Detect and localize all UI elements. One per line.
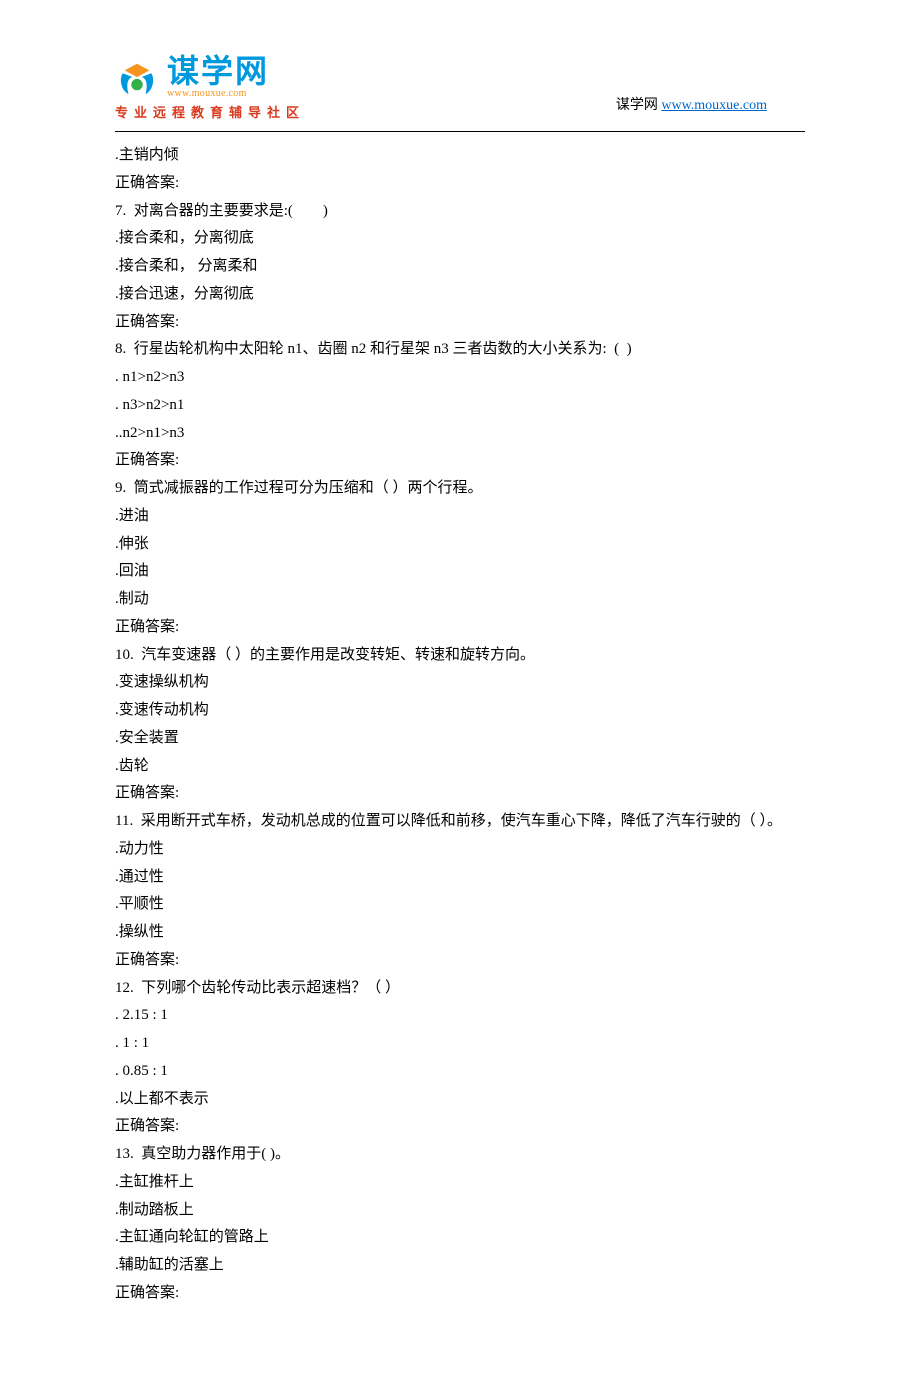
text-line: 正确答案:	[115, 947, 805, 975]
text-line: .接合迅速，分离彻底	[115, 281, 805, 309]
text-line: 13. 真空助力器作用于( )。	[115, 1141, 805, 1169]
header-right: 谋学网 www.mouxue.com	[616, 93, 805, 125]
text-line: 7. 对离合器的主要要求是:( )	[115, 198, 805, 226]
text-line: .平顺性	[115, 891, 805, 919]
logo-url: www.mouxue.com	[167, 89, 269, 99]
text-line: 8. 行星齿轮机构中太阳轮 n1、齿圈 n2 和行星架 n3 三者齿数的大小关系…	[115, 336, 805, 364]
text-line: .变速传动机构	[115, 697, 805, 725]
text-line: 正确答案:	[115, 614, 805, 642]
text-line: .接合柔和，分离彻底	[115, 225, 805, 253]
logo-tagline: 专业远程教育辅导社区	[115, 101, 305, 125]
page-header: 谋学网 www.mouxue.com 专业远程教育辅导社区 谋学网 www.mo…	[115, 55, 805, 125]
logo-top: 谋学网 www.mouxue.com	[115, 55, 305, 99]
text-line: .进油	[115, 503, 805, 531]
text-line: .主缸推杆上	[115, 1169, 805, 1197]
text-line: .回油	[115, 558, 805, 586]
text-line: .操纵性	[115, 919, 805, 947]
text-line: .变速操纵机构	[115, 669, 805, 697]
text-line: 正确答案:	[115, 780, 805, 808]
text-line: 10. 汽车变速器（ ）的主要作用是改变转矩、转速和旋转方向。	[115, 642, 805, 670]
text-line: .制动	[115, 586, 805, 614]
document-page: 谋学网 www.mouxue.com 专业远程教育辅导社区 谋学网 www.mo…	[0, 0, 920, 1388]
text-line: 9. 筒式减振器的工作过程可分为压缩和（ ）两个行程。	[115, 475, 805, 503]
text-line: . n3>n2>n1	[115, 392, 805, 420]
logo-cn-name: 谋学网	[167, 55, 269, 87]
text-line: .以上都不表示	[115, 1086, 805, 1114]
text-line: . 1 : 1	[115, 1030, 805, 1058]
text-line: .安全装置	[115, 725, 805, 753]
text-line: .齿轮	[115, 753, 805, 781]
text-line: . n1>n2>n3	[115, 364, 805, 392]
text-line: 正确答案:	[115, 447, 805, 475]
header-divider	[115, 131, 805, 132]
logo-text: 谋学网 www.mouxue.com	[167, 55, 269, 99]
header-right-prefix: 谋学网	[616, 98, 662, 113]
text-line: 正确答案:	[115, 1280, 805, 1308]
text-line: .主销内倾	[115, 142, 805, 170]
logo-icon	[115, 58, 159, 96]
text-line: .动力性	[115, 836, 805, 864]
text-line: .辅助缸的活塞上	[115, 1252, 805, 1280]
text-line: 11. 采用断开式车桥，发动机总成的位置可以降低和前移，使汽车重心下降，降低了汽…	[115, 808, 805, 836]
text-line: . 0.85 : 1	[115, 1058, 805, 1086]
text-line: .通过性	[115, 864, 805, 892]
text-line: 正确答案:	[115, 170, 805, 198]
text-line: .制动踏板上	[115, 1197, 805, 1225]
text-line: .接合柔和， 分离柔和	[115, 253, 805, 281]
text-line: ..n2>n1>n3	[115, 420, 805, 448]
header-link[interactable]: www.mouxue.com	[661, 98, 767, 113]
logo-block: 谋学网 www.mouxue.com 专业远程教育辅导社区	[115, 55, 305, 125]
text-line: 正确答案:	[115, 1113, 805, 1141]
text-line: 12. 下列哪个齿轮传动比表示超速档？（ ）	[115, 975, 805, 1003]
text-line: .主缸通向轮缸的管路上	[115, 1224, 805, 1252]
document-content: .主销内倾正确答案:7. 对离合器的主要要求是:( ).接合柔和，分离彻底.接合…	[115, 142, 805, 1308]
text-line: 正确答案:	[115, 309, 805, 337]
text-line: . 2.15 : 1	[115, 1002, 805, 1030]
text-line: .伸张	[115, 531, 805, 559]
